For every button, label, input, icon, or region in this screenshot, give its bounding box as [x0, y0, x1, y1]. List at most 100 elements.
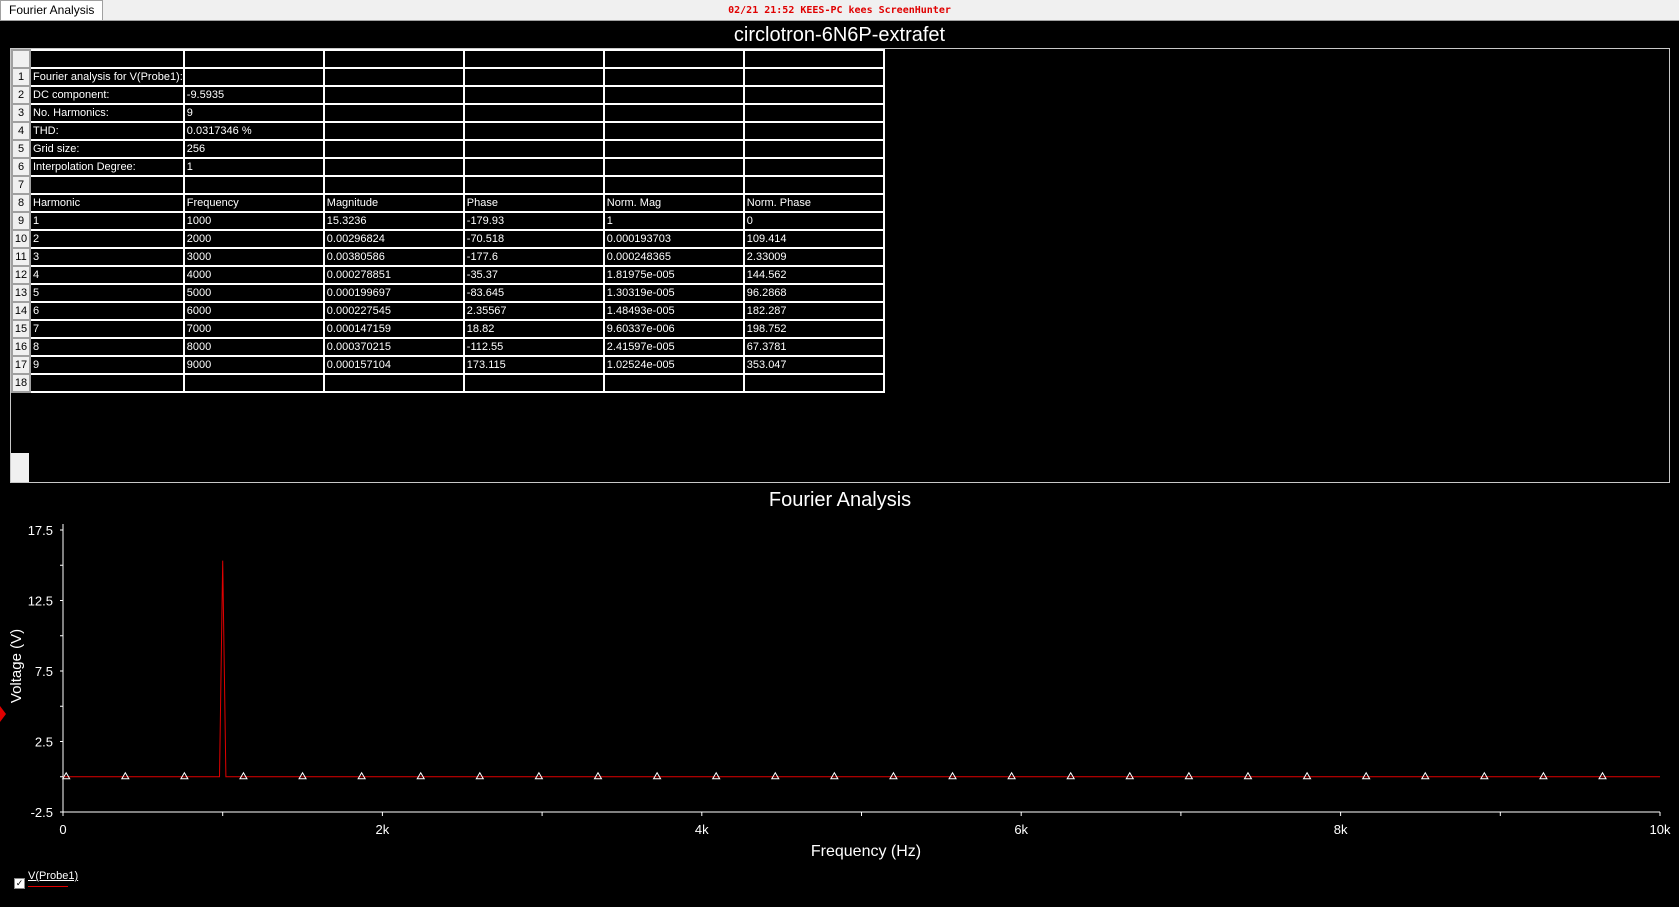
row-header[interactable]: 2: [11, 85, 31, 105]
row-header[interactable]: 14: [11, 301, 31, 321]
table-cell[interactable]: [602, 103, 745, 123]
table-cell[interactable]: [602, 373, 745, 393]
table-cell[interactable]: -9.5935: [182, 85, 325, 105]
row-header[interactable]: 10: [11, 229, 31, 249]
table-cell[interactable]: [462, 139, 605, 159]
table-cell[interactable]: 6: [29, 301, 185, 321]
table-cell[interactable]: [462, 103, 605, 123]
table-cell[interactable]: 2.33009: [742, 247, 885, 267]
table-cell[interactable]: -179.93: [462, 211, 605, 231]
table-cell[interactable]: 4: [29, 265, 185, 285]
table-cell[interactable]: [322, 85, 465, 105]
table-cell[interactable]: 1.30319e-005: [602, 283, 745, 303]
table-cell[interactable]: Interpolation Degree:: [29, 157, 185, 177]
table-cell[interactable]: [742, 121, 885, 141]
table-cell[interactable]: 18.82: [462, 319, 605, 339]
table-cell[interactable]: 1: [182, 157, 325, 177]
table-cell[interactable]: 7000: [182, 319, 325, 339]
table-cell[interactable]: [742, 373, 885, 393]
table-cell[interactable]: 0.000227545: [322, 301, 465, 321]
table-cell[interactable]: -70.518: [462, 229, 605, 249]
table-cell[interactable]: 8: [29, 337, 185, 357]
table-cell[interactable]: [322, 139, 465, 159]
table-cell[interactable]: DC component:: [29, 85, 185, 105]
table-cell[interactable]: [322, 67, 465, 87]
table-cell[interactable]: 0.000193703: [602, 229, 745, 249]
table-cell[interactable]: 0.000370215: [322, 337, 465, 357]
table-cell[interactable]: [602, 85, 745, 105]
column-header[interactable]: [182, 49, 325, 69]
table-cell[interactable]: 1.81975e-005: [602, 265, 745, 285]
table-cell[interactable]: [182, 175, 325, 195]
table-cell[interactable]: 2.41597e-005: [602, 337, 745, 357]
table-cell[interactable]: 9: [29, 355, 185, 375]
table-cell[interactable]: [322, 157, 465, 177]
column-header[interactable]: [29, 49, 185, 69]
row-header[interactable]: 4: [11, 121, 31, 141]
table-cell[interactable]: No. Harmonics:: [29, 103, 185, 123]
table-cell[interactable]: [29, 175, 185, 195]
row-header[interactable]: 3: [11, 103, 31, 123]
table-cell[interactable]: 6000: [182, 301, 325, 321]
table-cell[interactable]: [742, 67, 885, 87]
table-cell[interactable]: [742, 139, 885, 159]
table-cell[interactable]: 256: [182, 139, 325, 159]
table-cell[interactable]: 198.752: [742, 319, 885, 339]
table-cell[interactable]: Frequency: [182, 193, 325, 213]
table-cell[interactable]: Phase: [462, 193, 605, 213]
table-cell[interactable]: -83.645: [462, 283, 605, 303]
row-header[interactable]: 11: [11, 247, 31, 267]
table-cell[interactable]: 96.2868: [742, 283, 885, 303]
table-cell[interactable]: 2000: [182, 229, 325, 249]
table-cell[interactable]: [742, 103, 885, 123]
table-cell[interactable]: [322, 103, 465, 123]
table-cell[interactable]: [602, 139, 745, 159]
table-cell[interactable]: Norm. Phase: [742, 193, 885, 213]
row-header[interactable]: 9: [11, 211, 31, 231]
table-cell[interactable]: 0.000278851: [322, 265, 465, 285]
table-cell[interactable]: [29, 373, 185, 393]
row-header[interactable]: 5: [11, 139, 31, 159]
table-cell[interactable]: [742, 157, 885, 177]
table-cell[interactable]: 1000: [182, 211, 325, 231]
table-cell[interactable]: 0.00380586: [322, 247, 465, 267]
column-header[interactable]: [602, 49, 745, 69]
table-cell[interactable]: [602, 67, 745, 87]
table-cell[interactable]: 3: [29, 247, 185, 267]
table-cell[interactable]: [742, 175, 885, 195]
table-cell[interactable]: 1: [602, 211, 745, 231]
table-cell[interactable]: 5000: [182, 283, 325, 303]
table-cell[interactable]: Fourier analysis for V(Probe1):: [29, 67, 185, 87]
table-cell[interactable]: [462, 157, 605, 177]
legend-label[interactable]: V(Probe1): [28, 870, 78, 882]
table-cell[interactable]: [462, 175, 605, 195]
table-cell[interactable]: THD:: [29, 121, 185, 141]
table-cell[interactable]: [182, 67, 325, 87]
table-cell[interactable]: 144.562: [742, 265, 885, 285]
table-cell[interactable]: [462, 121, 605, 141]
table-cell[interactable]: Norm. Mag: [602, 193, 745, 213]
table-cell[interactable]: 9.60337e-006: [602, 319, 745, 339]
row-header[interactable]: 6: [11, 157, 31, 177]
table-cell[interactable]: [602, 157, 745, 177]
row-header[interactable]: 8: [11, 193, 31, 213]
row-header[interactable]: 13: [11, 283, 31, 303]
table-cell[interactable]: 0.000248365: [602, 247, 745, 267]
table-cell[interactable]: 9: [182, 103, 325, 123]
table-cell[interactable]: -177.6: [462, 247, 605, 267]
table-cell[interactable]: [462, 67, 605, 87]
table-cell[interactable]: 109.414: [742, 229, 885, 249]
table-cell[interactable]: 15.3236: [322, 211, 465, 231]
table-cell[interactable]: 3000: [182, 247, 325, 267]
table-cell[interactable]: 1: [29, 211, 185, 231]
legend-checkbox[interactable]: ✓: [14, 878, 25, 889]
table-cell[interactable]: [182, 373, 325, 393]
table-cell[interactable]: [602, 121, 745, 141]
table-cell[interactable]: [322, 121, 465, 141]
table-cell[interactable]: [742, 85, 885, 105]
table-cell[interactable]: -35.37: [462, 265, 605, 285]
table-cell[interactable]: 0: [742, 211, 885, 231]
table-cell[interactable]: [462, 85, 605, 105]
table-cell[interactable]: 182.287: [742, 301, 885, 321]
row-header[interactable]: 7: [11, 175, 31, 195]
